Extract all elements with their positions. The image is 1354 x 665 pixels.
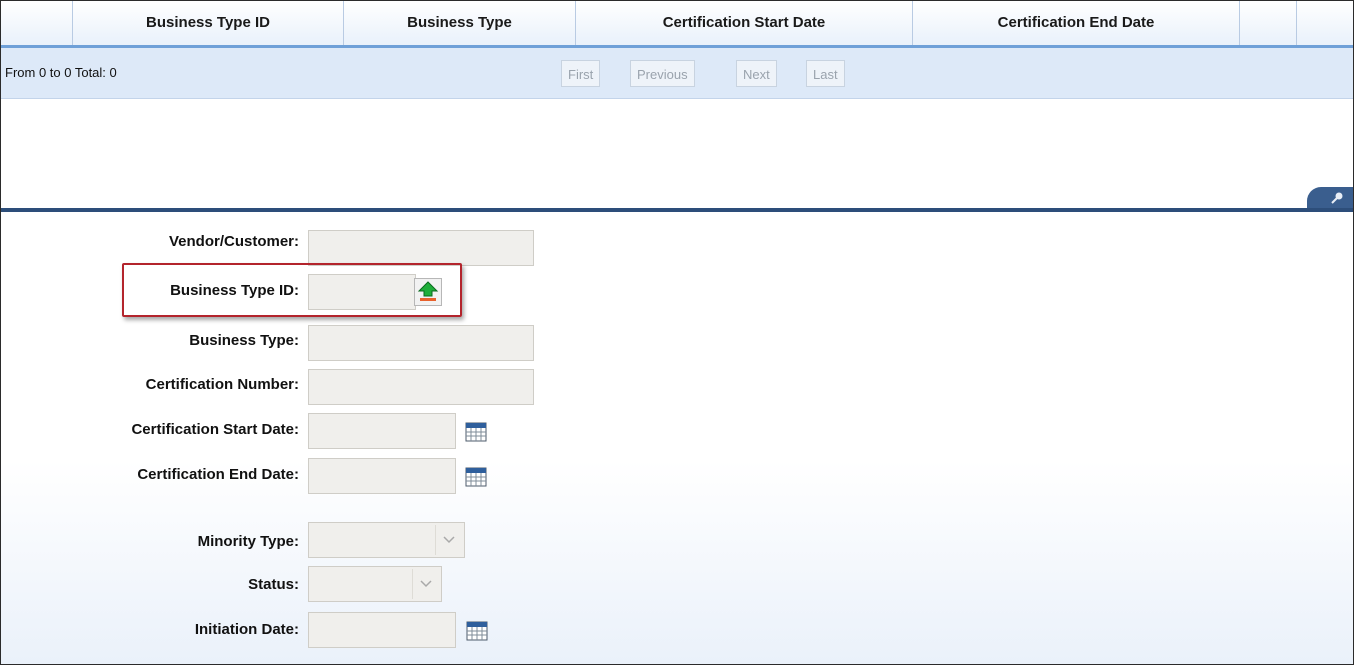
status-dropdown-button[interactable]	[412, 569, 439, 599]
certification-number-field[interactable]	[308, 369, 534, 405]
grid-extra-column	[1240, 1, 1297, 45]
business-type-field[interactable]	[308, 325, 534, 361]
minority-type-dropdown-button[interactable]	[435, 525, 462, 555]
certification-end-date-label: Certification End Date:	[137, 466, 299, 483]
business-type-label: Business Type:	[189, 332, 299, 349]
status-select[interactable]	[308, 566, 442, 602]
chevron-down-icon	[420, 580, 432, 588]
certification-end-date-field[interactable]	[308, 458, 456, 494]
pin-icon	[1331, 192, 1343, 204]
certification-start-date-label: Certification Start Date:	[131, 421, 299, 438]
column-certification-start-date[interactable]: Certification Start Date	[576, 1, 913, 45]
vendor-customer-field[interactable]	[308, 230, 534, 266]
calendar-icon[interactable]	[465, 467, 487, 487]
status-label: Status:	[248, 576, 299, 593]
vendor-customer-label: Vendor/Customer:	[168, 233, 299, 250]
calendar-icon[interactable]	[466, 621, 488, 641]
chevron-down-icon	[443, 536, 455, 544]
last-page-button[interactable]: Last	[806, 60, 845, 87]
previous-page-button[interactable]: Previous	[630, 60, 695, 87]
business-type-lookup-button[interactable]	[414, 278, 442, 306]
initiation-date-label: Initiation Date:	[194, 621, 299, 638]
calendar-icon[interactable]	[465, 422, 487, 442]
app-frame: Business Type ID Business Type Certifica…	[0, 0, 1354, 665]
column-business-type[interactable]: Business Type	[344, 1, 576, 45]
panel-toggle-tab[interactable]	[1307, 187, 1353, 209]
pager-info: From 0 to 0 Total: 0	[5, 65, 117, 80]
certification-number-label: Certification Number:	[145, 376, 299, 393]
minority-type-label: Minority Type:	[197, 533, 299, 550]
column-business-type-id[interactable]: Business Type ID	[73, 1, 344, 45]
grid-header: Business Type ID Business Type Certifica…	[1, 1, 1353, 48]
next-page-button[interactable]: Next	[736, 60, 777, 87]
minority-type-select[interactable]	[308, 522, 465, 558]
first-page-button[interactable]: First	[561, 60, 601, 87]
grid-scroll-column	[1297, 1, 1353, 45]
initiation-date-field[interactable]	[308, 612, 456, 648]
grid-select-column	[1, 1, 73, 45]
business-type-id-label: Business Type ID:	[170, 282, 299, 299]
pager-bar: From 0 to 0 Total: 0 First Previous Next…	[1, 48, 1353, 99]
certification-start-date-field[interactable]	[308, 413, 456, 449]
business-type-id-field[interactable]	[308, 274, 416, 310]
column-certification-end-date[interactable]: Certification End Date	[913, 1, 1240, 45]
upload-arrow-icon	[417, 281, 439, 301]
